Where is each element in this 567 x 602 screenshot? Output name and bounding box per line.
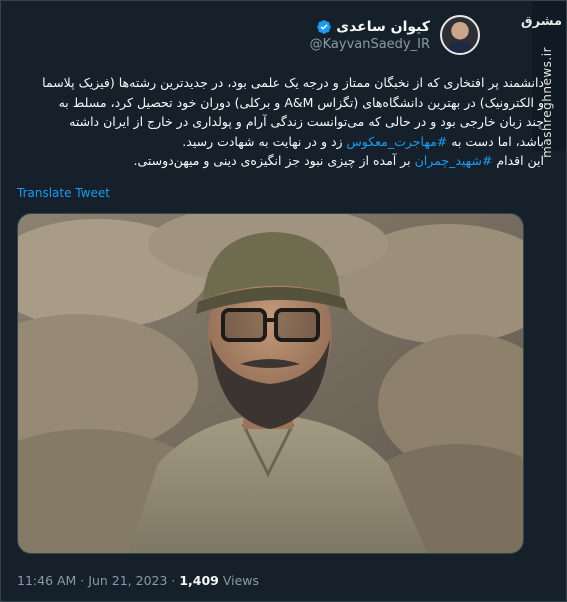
user-handle[interactable]: @KayvanSaedy_IR: [310, 37, 430, 52]
avatar[interactable]: [440, 15, 480, 55]
tweet-text: دانشمند پر افتخاری که از نخبگان ممتاز و …: [39, 73, 544, 171]
translate-tweet-link[interactable]: Translate Tweet: [17, 186, 110, 200]
portrait-photo-illustration: [18, 214, 523, 553]
tweet-paragraph-1: دانشمند پر افتخاری که از نخبگان ممتاز و …: [39, 73, 544, 151]
hashtag-link-2[interactable]: #شهید_چمران: [415, 153, 493, 168]
watermark-logo: مشرق: [521, 14, 562, 29]
tweet-line-2: زد و در نهایت به شهادت رسید.: [182, 133, 347, 149]
views-count: 1,409: [179, 573, 219, 588]
tweet-card: مشرق mashreghnews.ir کیوان ساعدی @Kayvan…: [0, 0, 567, 602]
display-name[interactable]: کیوان ساعدی: [336, 19, 430, 35]
tweet-meta: 11:46 AM · Jun 21, 2023 · 1,409 Views: [17, 573, 259, 588]
tweet-timestamp[interactable]: 11:46 AM · Jun 21, 2023 ·: [17, 573, 179, 588]
author-info: کیوان ساعدی @KayvanSaedy_IR: [310, 19, 430, 52]
hashtag-link-1[interactable]: #مهاجرت_معکوس: [347, 134, 448, 149]
views-label: Views: [218, 573, 260, 588]
verified-badge-icon: [316, 19, 332, 35]
tweet-line-3-prefix: این اقدام: [492, 153, 544, 168]
tweet-header: کیوان ساعدی @KayvanSaedy_IR: [310, 15, 480, 55]
name-row: کیوان ساعدی: [316, 19, 430, 35]
tweet-photo[interactable]: [17, 213, 524, 554]
tweet-paragraph-2: این اقدام #شهید_چمران بر آمده از چیزی نب…: [39, 151, 544, 171]
tweet-line-3-suffix: بر آمده از چیزی نبود جز انگیزه‌ی دینی و …: [133, 153, 415, 168]
